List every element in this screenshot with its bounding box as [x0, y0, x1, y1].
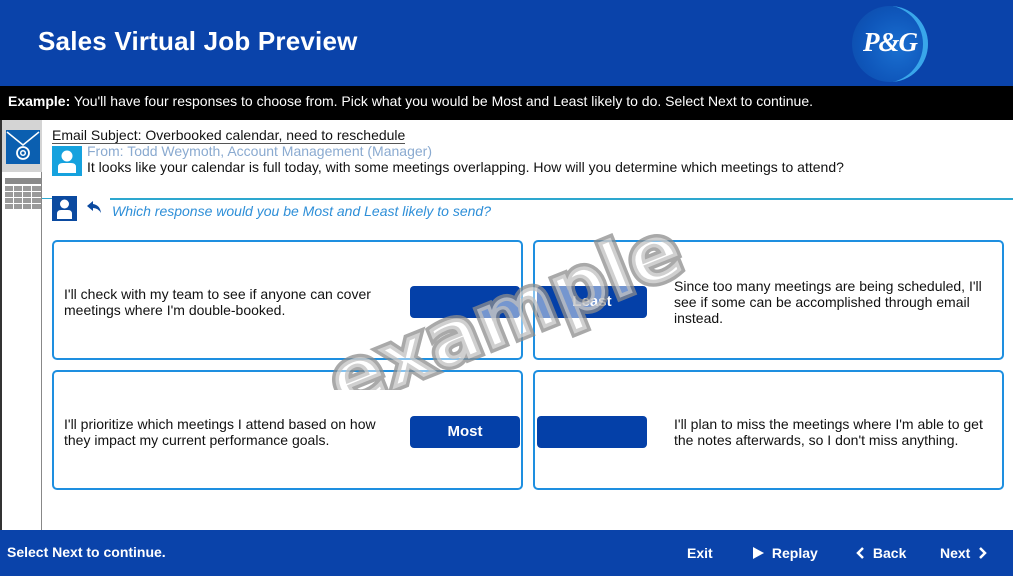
email-subject: Email Subject: Overbooked calendar, need…	[52, 127, 406, 144]
exit-label: Exit	[687, 545, 713, 561]
logo-text: P&G	[863, 27, 918, 57]
play-icon	[753, 547, 764, 559]
reply-arrow-icon	[86, 200, 104, 214]
footer-status: Select Next to continue.	[7, 544, 166, 560]
response-option-1: I'll check with my team to see if anyone…	[52, 240, 523, 360]
sidebar-item-calendar[interactable]	[5, 178, 41, 210]
calendar-icon	[5, 178, 41, 209]
replay-label: Replay	[771, 545, 818, 561]
response-option-4: I'll plan to miss the meetings where I'm…	[533, 370, 1004, 490]
page-title: Sales Virtual Job Preview	[38, 26, 358, 56]
user-avatar-icon	[52, 196, 77, 221]
response-option-3: I'll prioritize which meetings I attend …	[52, 370, 523, 490]
sidebar-item-email[interactable]	[2, 120, 42, 172]
response-select-button[interactable]: Least	[537, 286, 647, 318]
response-select-button[interactable]	[410, 286, 520, 318]
next-button[interactable]: Next	[940, 545, 988, 561]
sender-avatar-icon	[52, 146, 82, 176]
instruction-label: Example:	[8, 93, 71, 109]
pg-logo: P&G	[852, 6, 928, 82]
reply-divider	[110, 198, 1013, 200]
response-select-button[interactable]	[537, 416, 647, 448]
response-text: I'll check with my team to see if anyone…	[64, 286, 371, 318]
sidebar	[0, 120, 42, 530]
reply-question: Which response would you be Most and Lea…	[112, 203, 491, 219]
response-select-button[interactable]: Most	[410, 416, 520, 448]
instruction-bar: Example: You'll have four responses to c…	[0, 86, 1013, 120]
exit-button[interactable]: Exit	[687, 545, 713, 561]
response-text: I'll prioritize which meetings I attend …	[64, 416, 376, 448]
replay-button[interactable]: Replay	[752, 545, 818, 561]
email-from: From: Todd Weymoth, Account Management (…	[87, 143, 432, 159]
chevron-right-icon	[979, 547, 988, 559]
next-label: Next	[940, 545, 971, 561]
chevron-left-icon	[856, 547, 864, 559]
back-label: Back	[872, 545, 907, 561]
email-icon	[6, 130, 40, 164]
response-text: I'll plan to miss the meetings where I'm…	[674, 416, 983, 448]
instruction-text: You'll have four responses to choose fro…	[70, 93, 814, 109]
footer-bar: Select Next to continue. Exit Replay Bac…	[0, 530, 1013, 576]
response-option-2: Least Since too many meetings are being …	[533, 240, 1004, 360]
response-text: Since too many meetings are being schedu…	[674, 278, 982, 326]
back-button[interactable]: Back	[856, 545, 906, 561]
email-body: It looks like your calendar is full toda…	[87, 159, 844, 175]
header-banner: Sales Virtual Job Preview P&G	[0, 0, 1013, 86]
